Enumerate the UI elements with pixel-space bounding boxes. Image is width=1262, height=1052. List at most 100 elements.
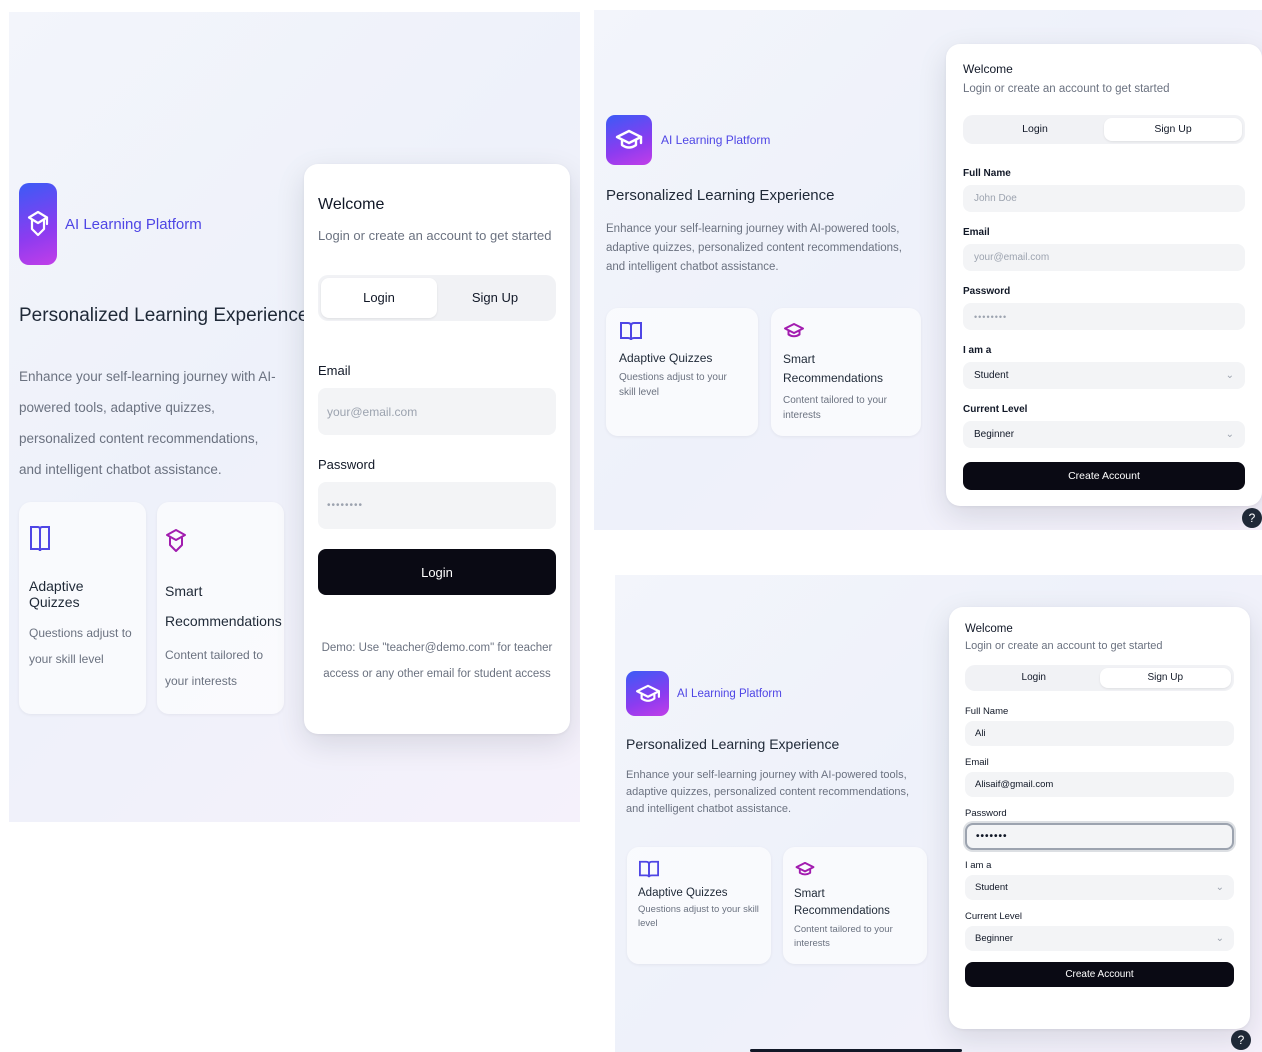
email-label: Email bbox=[963, 227, 990, 238]
create-account-button[interactable]: Create Account bbox=[963, 462, 1245, 490]
feature-description: Questions adjust to your skill level bbox=[29, 626, 132, 666]
auth-subtitle: Login or create an account to get starte… bbox=[963, 83, 1170, 95]
role-label: I am a bbox=[963, 345, 992, 356]
level-select[interactable]: Beginner ⌄ bbox=[963, 421, 1245, 448]
full-name-input[interactable]: Ali bbox=[965, 721, 1234, 746]
feature-card-smart-recommendations: Smart Recommendations Content tailored t… bbox=[771, 308, 921, 436]
feature-title: Smart Recommendations bbox=[794, 888, 890, 917]
brand-name: AI Learning Platform bbox=[677, 687, 782, 700]
feature-card-adaptive-quizzes: Adaptive Quizzes Questions adjust to you… bbox=[627, 847, 771, 964]
tab-signup[interactable]: Sign Up bbox=[1099, 668, 1231, 688]
feature-card-smart-recommendations: Smart Recommendations Content tailored t… bbox=[157, 502, 284, 714]
feature-card-adaptive-quizzes: Adaptive Quizzes Questions adjust to you… bbox=[19, 502, 146, 714]
graduation-cap-icon bbox=[166, 529, 186, 552]
book-open-icon bbox=[639, 860, 659, 878]
feature-description: Content tailored to your interests bbox=[783, 395, 887, 421]
role-select-value: Student bbox=[974, 370, 1009, 381]
feature-description: Content tailored to your interests bbox=[794, 924, 893, 949]
hero-description: Enhance your self-learning journey with … bbox=[606, 223, 902, 273]
level-select[interactable]: Beginner ⌄ bbox=[965, 926, 1234, 951]
auth-card: Welcome Login or create an account to ge… bbox=[946, 44, 1262, 506]
password-input[interactable]: ••••••• bbox=[965, 823, 1234, 850]
login-screenshot: AI Learning Platform Personalized Learni… bbox=[9, 12, 580, 822]
email-input[interactable]: your@email.com bbox=[318, 388, 556, 435]
auth-subtitle: Login or create an account to get starte… bbox=[965, 640, 1163, 652]
feature-title: Adaptive Quizzes bbox=[619, 351, 713, 365]
hero-description: Enhance your self-learning journey with … bbox=[626, 769, 910, 815]
auth-title: Welcome bbox=[963, 62, 1013, 76]
graduation-cap-icon bbox=[784, 323, 804, 338]
email-input[interactable]: your@email.com bbox=[963, 244, 1245, 271]
book-open-icon bbox=[30, 526, 50, 552]
feature-description: Questions adjust to your skill level bbox=[638, 904, 759, 929]
full-name-label: Full Name bbox=[965, 706, 1009, 717]
level-select-value: Beginner bbox=[975, 933, 1014, 944]
password-input[interactable]: •••••••• bbox=[963, 303, 1245, 330]
feature-title: Smart Recommendations bbox=[783, 352, 884, 385]
password-input[interactable]: •••••••• bbox=[318, 482, 556, 529]
hero-title: Personalized Learning Experience bbox=[626, 736, 840, 752]
email-label: Email bbox=[318, 363, 351, 378]
brand-logo bbox=[606, 115, 652, 165]
auth-title: Welcome bbox=[965, 623, 1013, 635]
role-label: I am a bbox=[965, 860, 992, 871]
graduation-cap-icon bbox=[615, 129, 643, 149]
brand: AI Learning Platform bbox=[19, 183, 202, 265]
brand-name: AI Learning Platform bbox=[65, 215, 202, 233]
graduation-cap-icon bbox=[27, 210, 49, 237]
level-label: Current Level bbox=[965, 911, 1023, 922]
brand: AI Learning Platform bbox=[626, 671, 782, 716]
email-label: Email bbox=[965, 757, 989, 768]
auth-tabs: Login Sign Up bbox=[963, 115, 1245, 144]
brand-name: AI Learning Platform bbox=[661, 133, 771, 147]
level-select-value: Beginner bbox=[974, 429, 1015, 440]
chevron-down-icon: ⌄ bbox=[1225, 370, 1234, 381]
role-select[interactable]: Student ⌄ bbox=[965, 875, 1234, 900]
password-label: Password bbox=[965, 808, 1007, 819]
chevron-down-icon: ⌄ bbox=[1225, 429, 1234, 440]
signup-filled-screenshot: AI Learning Platform Personalized Learni… bbox=[615, 575, 1262, 1052]
password-label: Password bbox=[963, 286, 1011, 297]
brand-logo bbox=[626, 671, 669, 716]
auth-tabs: Login Sign Up bbox=[965, 665, 1234, 691]
create-account-button[interactable]: Create Account bbox=[965, 962, 1234, 987]
feature-card-smart-recommendations: Smart Recommendations Content tailored t… bbox=[783, 847, 927, 964]
auth-subtitle: Login or create an account to get starte… bbox=[318, 228, 552, 243]
book-open-icon bbox=[620, 322, 642, 341]
email-input[interactable]: Alisaif@gmail.com bbox=[965, 772, 1234, 797]
brand-logo bbox=[19, 183, 57, 265]
tab-login[interactable]: Login bbox=[966, 118, 1104, 141]
demo-note: Demo: Use "teacher@demo.com" for teacher… bbox=[321, 642, 553, 680]
feature-title: Adaptive Quizzes bbox=[638, 887, 728, 899]
feature-description: Questions adjust to your skill level bbox=[619, 372, 727, 398]
chevron-down-icon: ⌄ bbox=[1215, 933, 1224, 944]
help-button[interactable]: ? bbox=[1242, 508, 1262, 528]
auth-card: Welcome Login or create an account to ge… bbox=[949, 607, 1250, 1029]
password-label: Password bbox=[318, 457, 376, 472]
level-label: Current Level bbox=[963, 404, 1028, 415]
hero-title: Personalized Learning Experience bbox=[606, 187, 835, 204]
full-name-input[interactable]: John Doe bbox=[963, 185, 1245, 212]
login-button[interactable]: Login bbox=[318, 549, 556, 595]
hero-description: Enhance your self-learning journey with … bbox=[19, 369, 276, 477]
graduation-cap-icon bbox=[635, 684, 660, 702]
full-name-label: Full Name bbox=[963, 168, 1011, 179]
signup-empty-screenshot: AI Learning Platform Personalized Learni… bbox=[594, 10, 1262, 530]
brand: AI Learning Platform bbox=[606, 115, 770, 165]
role-select-value: Student bbox=[975, 882, 1008, 893]
tab-login[interactable]: Login bbox=[321, 278, 437, 318]
auth-card: Welcome Login or create an account to ge… bbox=[304, 164, 570, 734]
chevron-down-icon: ⌄ bbox=[1215, 882, 1224, 893]
hero-title: Personalized Learning Experience bbox=[19, 305, 309, 326]
feature-title: Smart Recommendations bbox=[165, 583, 282, 629]
tab-login[interactable]: Login bbox=[968, 668, 1100, 688]
feature-description: Content tailored to your interests bbox=[165, 648, 264, 688]
tab-signup[interactable]: Sign Up bbox=[1104, 118, 1242, 141]
auth-tabs: Login Sign Up bbox=[318, 275, 556, 321]
graduation-cap-icon bbox=[795, 861, 815, 876]
feature-card-adaptive-quizzes: Adaptive Quizzes Questions adjust to you… bbox=[606, 308, 758, 436]
role-select[interactable]: Student ⌄ bbox=[963, 362, 1245, 389]
tab-signup[interactable]: Sign Up bbox=[437, 278, 553, 318]
auth-title: Welcome bbox=[318, 196, 385, 213]
help-button[interactable]: ? bbox=[1231, 1030, 1251, 1050]
